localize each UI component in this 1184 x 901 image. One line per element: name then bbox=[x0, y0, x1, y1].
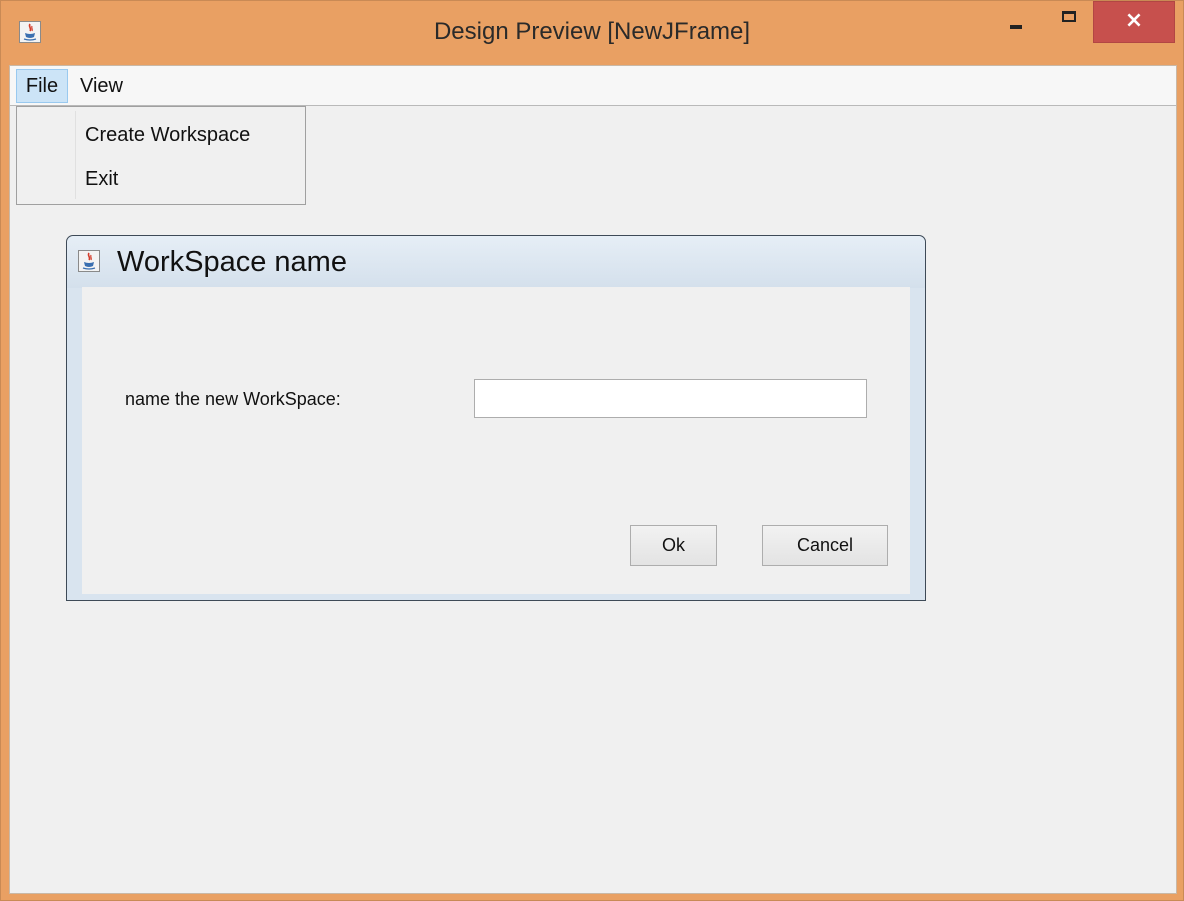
cancel-button[interactable]: Cancel bbox=[762, 525, 888, 566]
java-icon bbox=[78, 250, 100, 272]
maximize-button[interactable] bbox=[1047, 1, 1091, 43]
ok-button[interactable]: Ok bbox=[630, 525, 717, 566]
maximize-icon bbox=[1062, 11, 1076, 22]
menu-bar: File View bbox=[10, 66, 1176, 106]
file-menu-dropdown: Create Workspace Exit bbox=[16, 106, 306, 205]
menu-view[interactable]: View bbox=[80, 69, 123, 103]
close-button[interactable]: × bbox=[1093, 1, 1175, 43]
workspace-dialog: WorkSpace name name the new WorkSpace: O… bbox=[66, 235, 926, 601]
dialog-body: name the new WorkSpace: Ok Cancel bbox=[82, 287, 910, 594]
workspace-name-label: name the new WorkSpace: bbox=[125, 389, 341, 409]
menu-gutter bbox=[75, 111, 76, 199]
dialog-titlebar[interactable]: WorkSpace name bbox=[67, 236, 925, 288]
minimize-button[interactable] bbox=[997, 1, 1041, 43]
workspace-name-input[interactable] bbox=[474, 379, 867, 418]
minimize-icon bbox=[1010, 25, 1022, 29]
menu-item-exit[interactable]: Exit bbox=[77, 159, 303, 199]
window-titlebar[interactable]: Design Preview [NewJFrame] × bbox=[1, 1, 1183, 65]
menu-item-create-workspace[interactable]: Create Workspace bbox=[77, 115, 303, 155]
dialog-title: WorkSpace name bbox=[117, 246, 347, 278]
close-icon: × bbox=[1124, 8, 1144, 33]
menu-file[interactable]: File bbox=[16, 69, 68, 103]
window-content: File View WorkSpace name name the new Wo… bbox=[9, 65, 1177, 894]
main-window: Design Preview [NewJFrame] × File View W… bbox=[0, 0, 1184, 901]
